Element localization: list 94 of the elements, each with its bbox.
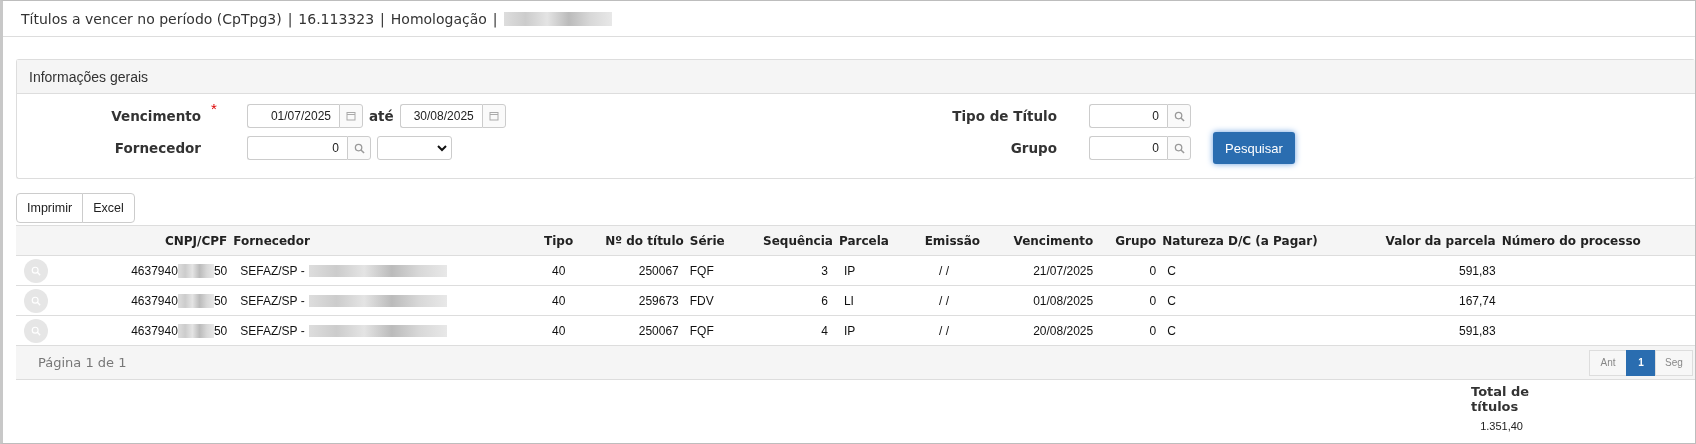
view-button[interactable] <box>24 258 48 283</box>
field-label: Tipo de Título <box>951 108 1057 124</box>
search-icon <box>353 142 365 154</box>
calendar-icon <box>488 111 499 121</box>
panel-title: Informações gerais <box>29 68 149 85</box>
table-cell: IP <box>843 323 856 338</box>
table-cell: 50 <box>213 293 228 308</box>
column-header: Fornecedor <box>233 233 310 248</box>
view-button[interactable] <box>24 318 48 343</box>
table-cell: LI <box>843 293 854 308</box>
field-label: Fornecedor <box>113 140 201 156</box>
table-cell: 21/07/2025 <box>1033 263 1094 278</box>
required-mark: * <box>211 100 218 117</box>
toolbar-button[interactable]: Excel <box>82 193 135 223</box>
table-cell: 50 <box>213 323 228 338</box>
column-header: Nº do título <box>605 233 684 248</box>
search-icon <box>1173 142 1185 154</box>
separator: | <box>287 10 293 27</box>
table-cell: / / <box>939 323 950 338</box>
column-header: Número do processo <box>1501 233 1641 248</box>
total-label: Total de títulos <box>1471 384 1531 414</box>
table-cell: FQF <box>689 263 714 278</box>
field-label: Vencimento <box>110 108 201 124</box>
table-cell: / / <box>939 293 950 308</box>
column-header: Grupo <box>1115 233 1157 248</box>
redacted-text <box>177 293 214 308</box>
page-title: Homologação <box>390 10 487 27</box>
redacted-text <box>177 263 214 278</box>
table-cell: 4637940 <box>131 263 178 278</box>
table-cell: 40 <box>551 263 566 278</box>
page-info: Página 1 de 1 <box>38 355 127 370</box>
column-header: Sequência <box>763 233 833 248</box>
calendar-icon <box>346 111 356 121</box>
date-field[interactable]: 30/08/2025 <box>399 104 482 128</box>
table-cell: 40 <box>551 293 566 308</box>
column-header: Emissão <box>924 233 981 248</box>
table-cell: 4637940 <box>131 323 178 338</box>
table-cell: IP <box>843 263 856 278</box>
table-cell: 591,83 <box>1458 323 1496 338</box>
column-header: Tipo <box>544 233 574 248</box>
separator: | <box>492 10 498 27</box>
input-field[interactable]: 0 <box>1089 104 1167 128</box>
table-cell: 3 <box>821 263 828 278</box>
table-cell: C <box>1167 293 1176 308</box>
table-cell: 6 <box>821 293 828 308</box>
table-cell: FQF <box>689 323 714 338</box>
page-title: 16.113323 <box>298 10 375 27</box>
table-cell: SEFAZ/SP - <box>240 263 305 278</box>
page-title: Títulos a vencer no período (CpTpg3) <box>21 10 282 27</box>
input-field[interactable]: 0 <box>1089 136 1167 160</box>
search-icon <box>31 295 41 306</box>
view-button[interactable] <box>24 288 48 313</box>
dropdown[interactable] <box>377 136 452 160</box>
search-button[interactable]: Pesquisar <box>1213 132 1295 164</box>
date-field[interactable]: 01/07/2025 <box>247 104 339 128</box>
table-cell: 250067 <box>638 263 679 278</box>
redacted-text <box>177 323 214 338</box>
table-cell: SEFAZ/SP - <box>240 293 305 308</box>
table-cell: 167,74 <box>1458 293 1496 308</box>
separator: | <box>380 10 385 27</box>
table-cell: 250067 <box>638 323 679 338</box>
page-button[interactable]: 1 <box>1626 349 1656 376</box>
table-cell: 0 <box>1149 323 1157 338</box>
toolbar-button[interactable]: Imprimir <box>16 193 84 223</box>
table-cell: 01/08/2025 <box>1033 293 1094 308</box>
page-button[interactable]: Seg <box>1655 349 1693 376</box>
table-cell: 0 <box>1149 293 1157 308</box>
search-icon <box>31 325 41 336</box>
table-cell: SEFAZ/SP - <box>240 323 305 338</box>
column-header: Vencimento <box>1013 233 1094 248</box>
table-cell: 50 <box>213 263 228 278</box>
column-header: Parcela <box>838 233 889 248</box>
input-field[interactable]: 0 <box>247 136 347 160</box>
table-cell: C <box>1167 323 1176 338</box>
field-label: Grupo <box>1009 140 1057 156</box>
table-cell: 4 <box>821 323 828 338</box>
search-icon <box>1173 110 1185 122</box>
table-cell: 0 <box>1149 263 1157 278</box>
table-cell: 4637940 <box>131 293 178 308</box>
column-header: Natureza D/C (a Pagar) <box>1162 233 1318 248</box>
chevron-down-icon <box>437 144 447 152</box>
field-label: até <box>369 108 394 124</box>
column-header: CNPJ/CPF <box>164 233 228 248</box>
column-header: Série <box>689 233 725 248</box>
column-header: Valor da parcela <box>1385 233 1496 248</box>
table-cell: 40 <box>551 323 566 338</box>
table-cell: FDV <box>689 293 714 308</box>
table-cell: C <box>1167 263 1176 278</box>
search-icon <box>31 265 41 276</box>
table-cell: 20/08/2025 <box>1033 323 1094 338</box>
total-value: 1.351,40 <box>1480 420 1523 432</box>
table-cell: / / <box>939 263 950 278</box>
table-cell: 591,83 <box>1458 263 1496 278</box>
table-cell: 259673 <box>638 293 679 308</box>
